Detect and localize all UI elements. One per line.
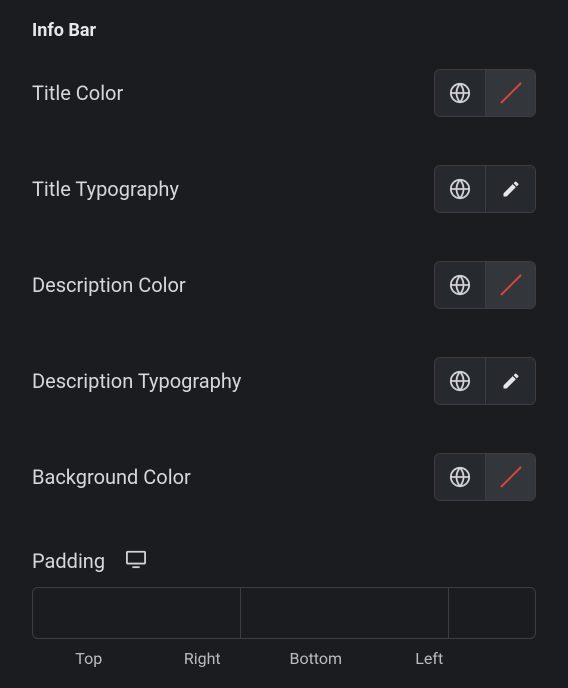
padding-header: Padding <box>32 549 536 573</box>
label-title-typography: Title Typography <box>32 177 179 201</box>
globe-button[interactable] <box>435 454 485 500</box>
row-title-typography: Title Typography <box>32 165 536 213</box>
edit-typography-button[interactable] <box>485 358 535 404</box>
row-background-color: Background Color <box>32 453 536 501</box>
globe-icon <box>449 370 471 392</box>
globe-button[interactable] <box>435 166 485 212</box>
padding-labels: Top Right Bottom Left <box>32 649 536 668</box>
globe-icon <box>449 274 471 296</box>
control-title-typography <box>434 165 536 213</box>
color-swatch-button[interactable] <box>485 70 535 116</box>
color-swatch-button[interactable] <box>485 262 535 308</box>
padding-bottom-label: Bottom <box>259 649 373 668</box>
control-description-color <box>434 261 536 309</box>
desktop-icon <box>125 549 147 569</box>
row-title-color: Title Color <box>32 69 536 117</box>
control-title-color <box>434 69 536 117</box>
padding-right-input[interactable] <box>241 588 449 638</box>
section-title: Info Bar <box>32 20 536 41</box>
globe-button[interactable] <box>435 358 485 404</box>
padding-bottom-input[interactable] <box>449 588 536 638</box>
globe-button[interactable] <box>435 70 485 116</box>
responsive-toggle[interactable] <box>125 549 147 573</box>
globe-icon <box>449 82 471 104</box>
control-description-typography <box>434 357 536 405</box>
row-description-color: Description Color <box>32 261 536 309</box>
color-swatch-button[interactable] <box>485 454 535 500</box>
padding-top-input[interactable] <box>33 588 241 638</box>
label-description-typography: Description Typography <box>32 369 241 393</box>
label-description-color: Description Color <box>32 273 186 297</box>
padding-right-label: Right <box>146 649 260 668</box>
empty-color-icon <box>496 270 526 300</box>
pencil-icon <box>501 179 521 199</box>
globe-button[interactable] <box>435 262 485 308</box>
padding-top-label: Top <box>32 649 146 668</box>
empty-color-icon <box>496 78 526 108</box>
spacer <box>486 649 536 668</box>
label-title-color: Title Color <box>32 81 123 105</box>
globe-icon <box>449 466 471 488</box>
row-description-typography: Description Typography <box>32 357 536 405</box>
edit-typography-button[interactable] <box>485 166 535 212</box>
empty-color-icon <box>496 462 526 492</box>
label-background-color: Background Color <box>32 465 191 489</box>
padding-left-label: Left <box>373 649 487 668</box>
globe-icon <box>449 178 471 200</box>
padding-inputs <box>32 587 536 639</box>
pencil-icon <box>501 371 521 391</box>
label-padding: Padding <box>32 549 105 573</box>
control-background-color <box>434 453 536 501</box>
